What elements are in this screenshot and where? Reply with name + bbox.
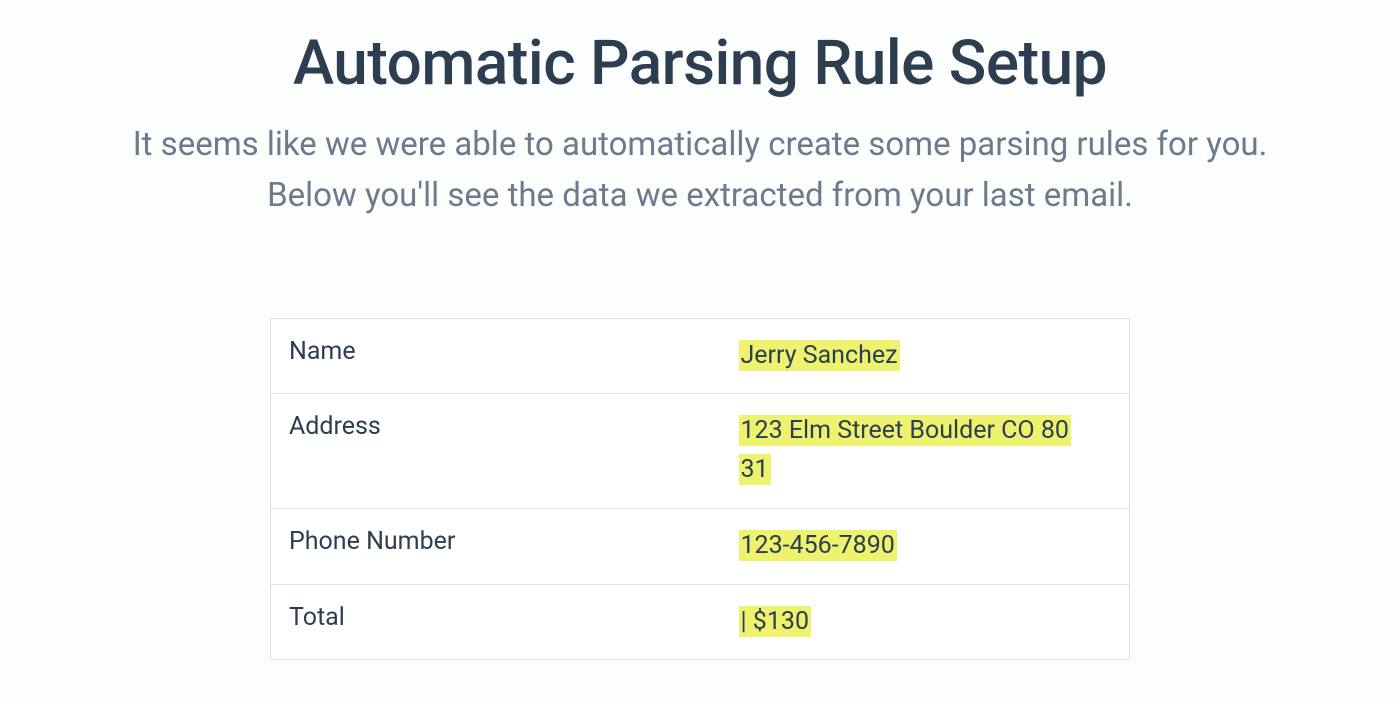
page-container: Automatic Parsing Rule Setup It seems li… (70, 28, 1330, 660)
field-value-total: | $130 (721, 584, 1130, 660)
field-label-total: Total (271, 584, 721, 660)
table-row: Phone Number 123-456-7890 (271, 508, 1130, 584)
highlighted-value: 123-456-7890 (739, 530, 897, 561)
field-value-phone: 123-456-7890 (721, 508, 1130, 584)
highlighted-value: | $130 (739, 606, 812, 637)
table-row: Address 123 Elm Street Boulder CO 80 31 (271, 394, 1130, 509)
field-value-name: Jerry Sanchez (721, 318, 1130, 394)
field-value-address: 123 Elm Street Boulder CO 80 31 (721, 394, 1130, 509)
table-row: Name Jerry Sanchez (271, 318, 1130, 394)
parsed-data-table: Name Jerry Sanchez Address 123 Elm Stree… (270, 318, 1130, 661)
table-row: Total | $130 (271, 584, 1130, 660)
field-label-name: Name (271, 318, 721, 394)
field-label-address: Address (271, 394, 721, 509)
highlighted-value: 123 Elm Street Boulder CO 80 (739, 415, 1071, 446)
page-title: Automatic Parsing Rule Setup (70, 28, 1330, 99)
page-subtitle: It seems like we were able to automatica… (90, 119, 1310, 221)
field-label-phone: Phone Number (271, 508, 721, 584)
highlighted-value: Jerry Sanchez (739, 340, 900, 371)
highlighted-value: 31 (739, 454, 771, 485)
